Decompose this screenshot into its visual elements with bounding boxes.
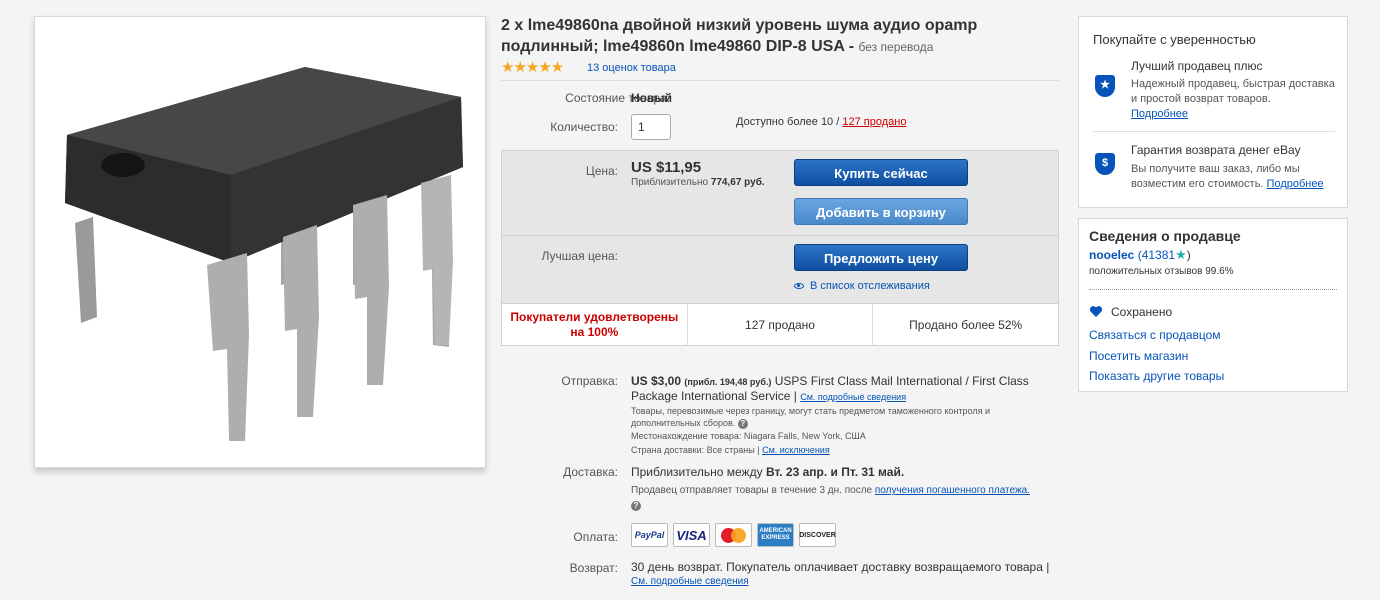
other-items-link[interactable]: Показать другие товары bbox=[1089, 369, 1224, 383]
price-approx: Приблизительно 774,67 руб. bbox=[631, 177, 765, 188]
ship-to: Страна доставки: Все страны | См. исключ… bbox=[631, 444, 830, 456]
guarantee-text: Вы получите ваш заказ, либо мы возместим… bbox=[1131, 162, 1341, 192]
shipping-cost: US $3,00 bbox=[631, 374, 682, 388]
delivery-dates: Вт. 23 апр. и Пт. 31 май. bbox=[765, 465, 905, 479]
buy-with-confidence-panel: Покупайте с уверенностью ★ Лучший продав… bbox=[1078, 16, 1348, 208]
purchase-stats: Покупатели удовлетворены на 100% 127 про… bbox=[502, 303, 1058, 345]
ship-to-text: Страна доставки: Все страны | bbox=[631, 445, 760, 455]
quantity-input[interactable]: 1 bbox=[631, 114, 671, 140]
exclusions-link[interactable]: См. исключения bbox=[762, 445, 830, 455]
product-image[interactable] bbox=[34, 16, 486, 468]
seller-divider bbox=[1089, 289, 1337, 290]
guarantee-title: Гарантия возврата денег eBay bbox=[1131, 143, 1301, 157]
availability-count: Доступно более 10 / bbox=[736, 116, 840, 128]
handling-text: Продавец отправляет товары в течение 3 д… bbox=[631, 485, 873, 496]
visit-store-link[interactable]: Посетить магазин bbox=[1089, 349, 1188, 363]
heart-icon bbox=[1089, 306, 1103, 317]
shipping-details-link[interactable]: См. подробные сведения bbox=[800, 392, 906, 402]
customs-note-text: Товары, перевозимые через границу, могут… bbox=[631, 406, 990, 428]
buy-box: Цена: US $11,95 Приблизительно 774,67 ру… bbox=[501, 150, 1059, 346]
payment-label: Оплата: bbox=[573, 530, 618, 544]
dip8-chip-illustration bbox=[65, 67, 463, 441]
eye-icon bbox=[794, 283, 804, 290]
top-seller-description: Надежный продавец, быстрая доставка и пр… bbox=[1131, 78, 1335, 105]
feedback-star-icon: ★ bbox=[1175, 247, 1187, 262]
confidence-divider bbox=[1093, 131, 1335, 132]
sold-count-link[interactable]: 127 продано bbox=[842, 116, 906, 128]
returns-details-link[interactable]: См. подробные сведения bbox=[631, 576, 749, 587]
returns-text: 30 день возврат. Покупатель оплачивает д… bbox=[631, 560, 1050, 574]
top-seller-title: Лучший продавец плюс bbox=[1131, 59, 1263, 73]
shipping-cost-approx: (прибл. 194,48 руб.) bbox=[684, 377, 772, 387]
buy-now-button[interactable]: Купить сейчас bbox=[794, 159, 968, 186]
delivery-estimate: Приблизительно между Вт. 23 апр. и Пт. 3… bbox=[631, 465, 904, 479]
price-value: US $11,95 bbox=[631, 159, 702, 176]
seller-heading: Сведения о продавце bbox=[1089, 228, 1241, 244]
mastercard-logo bbox=[715, 523, 752, 547]
stat-sold-percent: Продано более 52% bbox=[909, 317, 1023, 332]
stat-sold: 127 продано bbox=[688, 304, 874, 345]
payment-methods: PayPal VISA AMERICAN EXPRESS DISCOVER bbox=[631, 523, 836, 547]
discover-logo: DISCOVER bbox=[799, 523, 836, 547]
returns-label: Возврат: bbox=[569, 561, 618, 575]
payment-received-link[interactable]: получения погашенного платежа. bbox=[875, 485, 1030, 496]
returns-details: См. подробные сведения bbox=[631, 576, 749, 588]
buy-box-divider bbox=[502, 235, 1058, 236]
contact-seller-link[interactable]: Связаться с продавцом bbox=[1089, 328, 1221, 342]
ratings-count-link[interactable]: 13 оценок товара bbox=[587, 62, 676, 74]
feedback-close: ) bbox=[1186, 248, 1191, 262]
saved-seller-status[interactable]: Сохранено bbox=[1111, 305, 1172, 319]
watchlist-label: В список отслеживания bbox=[810, 280, 930, 292]
help-icon[interactable]: ? bbox=[737, 418, 748, 429]
product-title: 2 x lme49860na двойной низкий уровень шу… bbox=[501, 15, 1061, 58]
shipping-info: US $3,00 (прибл. 194,48 руб.) USPS First… bbox=[631, 374, 1051, 404]
seller-name-link[interactable]: nooelec bbox=[1089, 248, 1134, 262]
money-back-shield-icon: $ bbox=[1095, 153, 1115, 175]
add-to-cart-button[interactable]: Добавить в корзину bbox=[794, 198, 968, 225]
customs-note: Товары, перевозимые через границу, могут… bbox=[631, 405, 1041, 429]
best-offer-label: Лучшая цена: bbox=[541, 249, 618, 263]
seller-info-panel: Сведения о продавце nooelec (41381★) пол… bbox=[1078, 218, 1348, 392]
add-to-watchlist-link[interactable]: В список отслеживания bbox=[794, 280, 930, 292]
visa-logo: VISA bbox=[673, 523, 710, 547]
title-divider bbox=[501, 80, 1059, 81]
condition-value: Новый bbox=[631, 91, 672, 105]
shipping-label: Отправка: bbox=[561, 374, 618, 388]
help-icon[interactable]: ? bbox=[631, 501, 641, 512]
guarantee-more-link[interactable]: Подробнее bbox=[1267, 178, 1324, 190]
amex-logo: AMERICAN EXPRESS bbox=[757, 523, 794, 547]
handling-time: Продавец отправляет товары в течение 3 д… bbox=[631, 483, 1041, 515]
delivery-estimate-prefix: Приблизительно между bbox=[631, 465, 763, 479]
paypal-logo: PayPal bbox=[631, 523, 668, 547]
top-rated-seller-icon: ★ bbox=[1095, 75, 1115, 97]
product-title-suffix: без перевода bbox=[858, 40, 934, 54]
top-seller-text: Надежный продавец, быстрая доставка и пр… bbox=[1131, 77, 1341, 122]
seller-identity: nooelec (41381★) bbox=[1089, 247, 1191, 263]
make-offer-button[interactable]: Предложить цену bbox=[794, 244, 968, 271]
feedback-score-link[interactable]: (41381 bbox=[1138, 248, 1175, 262]
confidence-heading: Покупайте с уверенностью bbox=[1093, 32, 1256, 47]
item-location: Местонахождение товара: Niagara Falls, N… bbox=[631, 431, 866, 441]
availability-text: Доступно более 10 / 127 продано bbox=[736, 116, 906, 128]
top-seller-more-link[interactable]: Подробнее bbox=[1131, 108, 1188, 120]
price-approx-value: 774,67 руб. bbox=[710, 177, 765, 188]
delivery-label: Доставка: bbox=[563, 465, 618, 479]
star-rating-icon: ★★★★★ bbox=[501, 59, 564, 76]
price-label: Цена: bbox=[585, 164, 618, 178]
positive-feedback: положительных отзывов 99.6% bbox=[1089, 266, 1234, 277]
stat-satisfied: Покупатели удовлетворены на 100% bbox=[502, 304, 688, 345]
price-approx-prefix: Приблизительно bbox=[631, 177, 709, 188]
quantity-label: Количество: bbox=[550, 120, 618, 134]
